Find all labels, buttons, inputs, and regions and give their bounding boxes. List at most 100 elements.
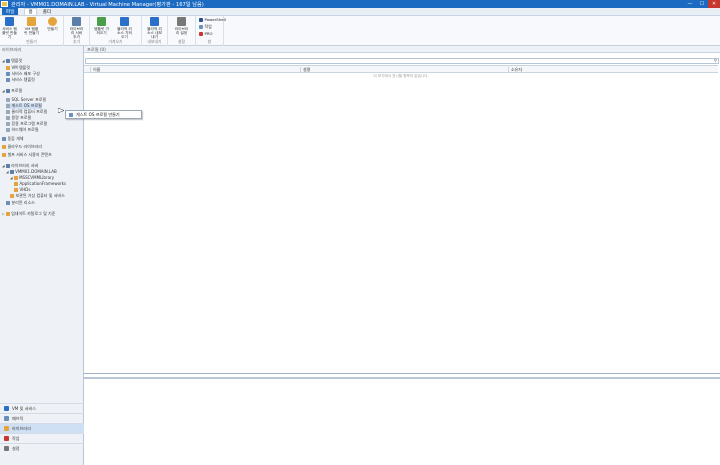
menu-bar: 파일 홈 폴더 <box>0 8 720 16</box>
group-label: 추가 <box>73 39 80 44</box>
workspace-label: VM 및 서비스 <box>12 405 36 411</box>
tree-node-icon <box>9 169 14 174</box>
create-vm-template-button[interactable]: VM 템플릿 만들기 <box>24 17 39 35</box>
tree-node-icon <box>6 201 10 205</box>
library-settings-button[interactable]: 라이브러리 설정 <box>174 17 189 35</box>
export-physical-resource-button[interactable]: 물리적 리소스 내보내기 <box>147 17 162 40</box>
window-title: 관리자 - VMM01.DOMAIN.LAB - Virtual Machine… <box>11 1 204 8</box>
jobs-button[interactable]: 작업 <box>199 24 212 30</box>
settings-icon <box>177 17 186 26</box>
context-menu: 게스트 OS 프로필 만들기 <box>65 110 142 119</box>
tab-folder[interactable]: 폴더 <box>43 9 51 15</box>
expand-arrow-icon[interactable]: ◢ <box>2 164 5 168</box>
expand-arrow-icon[interactable]: ◢ <box>6 170 9 174</box>
ribbon-group-add: 라이브러리 서버 추가 추가 <box>64 16 90 46</box>
group-label: 만들기 <box>26 39 37 44</box>
import-template-button[interactable]: 템플릿 가져오기 <box>94 17 109 35</box>
search-input[interactable]: ⚲ <box>85 58 719 64</box>
jobs-icon <box>199 25 203 29</box>
button-label: PRO <box>204 31 213 36</box>
column-owner[interactable]: 소유자 <box>508 67 522 73</box>
library-server-icon <box>72 17 81 26</box>
title-bar: 관리자 - VMM01.DOMAIN.LAB - Virtual Machine… <box>0 0 720 8</box>
tree-node-icon <box>6 72 10 76</box>
file-tab[interactable]: 파일 <box>2 8 19 15</box>
tree-item-label: 셀프 서비스 사용자 콘텐츠 <box>7 152 52 157</box>
tree-item-label: 분리된 리소스 <box>11 200 35 205</box>
ribbon: 서비스 템플릿 만들기 VM 템플릿 만들기 만들기 만들기 라이브러리 서버 … <box>0 16 720 46</box>
tree-item[interactable]: 셀프 서비스 사용자 콘텐츠 <box>2 152 52 158</box>
tree-item[interactable]: ◢ MSSCVMMLibrary <box>10 175 54 180</box>
tree-item[interactable]: ApplicationFrameworks <box>14 181 66 186</box>
ribbon-group-export: 물리적 리소스 내보내기 내보내기 <box>142 16 168 46</box>
workspace-button[interactable]: 설정 <box>0 443 84 453</box>
column-name[interactable]: 이름 <box>90 67 100 73</box>
tree-item-label: 프로필 <box>11 88 23 93</box>
pane-header: 라이브러리 <box>2 47 22 52</box>
tree-item[interactable]: ▷ 업데이트 카탈로그 및 기준 <box>2 211 55 217</box>
create-icon <box>48 17 57 26</box>
tree-item[interactable]: 클라우드 라이브러리 <box>2 144 42 150</box>
tab-home[interactable]: 홈 <box>24 8 37 15</box>
workspace-button[interactable]: 패브릭 <box>0 413 84 423</box>
tree-item-label: ApplicationFrameworks <box>19 181 67 186</box>
button-label: 만들기 <box>47 27 58 31</box>
tree-node-icon <box>2 145 6 149</box>
tree-item-label: 하드웨어 프로필 <box>11 127 39 132</box>
create-button[interactable]: 만들기 <box>45 17 60 31</box>
tree-item[interactable]: ◢ 템플릿 <box>2 58 22 64</box>
tree-node-icon <box>10 194 14 198</box>
tree-item[interactable]: ◢ VMM01.DOMAIN.LAB <box>6 169 57 174</box>
expand-arrow-icon[interactable]: ◢ <box>2 89 5 93</box>
tree-item-label: 업데이트 카탈로그 및 기준 <box>11 211 56 216</box>
tree-item[interactable]: 서비스 템플릿 <box>6 77 35 83</box>
workspace-label: 라이브러리 <box>12 425 31 431</box>
tree-item[interactable]: 보관된 가상 컴퓨터 및 서비스 <box>10 193 65 199</box>
close-button[interactable]: ✕ <box>708 0 720 8</box>
tree-node-icon <box>6 98 10 102</box>
app-icon <box>1 1 8 7</box>
powershell-button[interactable]: PowerShell <box>199 17 226 22</box>
workspace-label: 설정 <box>12 445 20 451</box>
expand-arrow-icon[interactable]: ◢ <box>2 59 5 63</box>
button-label: 작업 <box>204 24 212 29</box>
powershell-icon <box>199 17 203 22</box>
tree-item[interactable]: 분리된 리소스 <box>6 200 35 206</box>
group-label: 창 <box>207 39 212 44</box>
workspace-button[interactable]: VM 및 서비스 <box>0 403 84 413</box>
pro-button[interactable]: PRO <box>199 31 213 36</box>
workspace-button[interactable]: 작업 <box>0 433 84 443</box>
tree-node-icon <box>6 78 10 82</box>
create-profile-icon <box>69 112 73 117</box>
workspace-icon <box>4 426 9 431</box>
tree-node-icon <box>6 116 10 120</box>
tree-node-icon <box>2 137 6 141</box>
create-service-template-button[interactable]: 서비스 템플릿 만들기 <box>2 17 17 40</box>
expand-arrow-icon[interactable]: ◢ <box>10 176 13 180</box>
tree-item[interactable]: 동등 개체 <box>2 136 24 142</box>
tree-item[interactable]: VHDs <box>14 187 30 192</box>
group-label: 설정 <box>178 39 185 44</box>
tree-node-icon <box>6 66 10 70</box>
import-arrow-icon <box>120 17 129 26</box>
add-library-server-button[interactable]: 라이브러리 서버 추가 <box>69 17 84 40</box>
column-description[interactable]: 설명 <box>300 67 310 73</box>
maximize-button[interactable]: ☐ <box>696 0 708 8</box>
create-guest-os-profile-menu-item[interactable]: 게스트 OS 프로필 만들기 <box>76 112 120 118</box>
tree-node-icon <box>5 89 10 93</box>
button-label: 템플릿 가져오기 <box>94 27 109 36</box>
workspace-button[interactable]: 라이브러리 <box>0 423 84 433</box>
tree-item[interactable]: 하드웨어 프로필 <box>6 127 39 133</box>
tree-item-label: MSSCVMMLibrary <box>19 175 55 180</box>
tree-item[interactable]: ◢ 프로필 <box>2 88 22 94</box>
results-grid[interactable] <box>84 73 720 374</box>
pro-icon <box>199 31 203 36</box>
tree-item-label: 클라우드 라이브러리 <box>7 144 42 149</box>
import-physical-resource-button[interactable]: 물리적 리소스 가져오기 <box>117 17 132 40</box>
tree-item-label: VMM01.DOMAIN.LAB <box>15 169 57 174</box>
group-label: 내보내기 <box>147 39 162 44</box>
expand-arrow-icon[interactable]: ▷ <box>2 212 5 216</box>
tree-item-label: 서비스 템플릿 <box>11 77 35 82</box>
minimize-button[interactable]: — <box>684 0 696 8</box>
workspace-label: 작업 <box>12 435 20 441</box>
